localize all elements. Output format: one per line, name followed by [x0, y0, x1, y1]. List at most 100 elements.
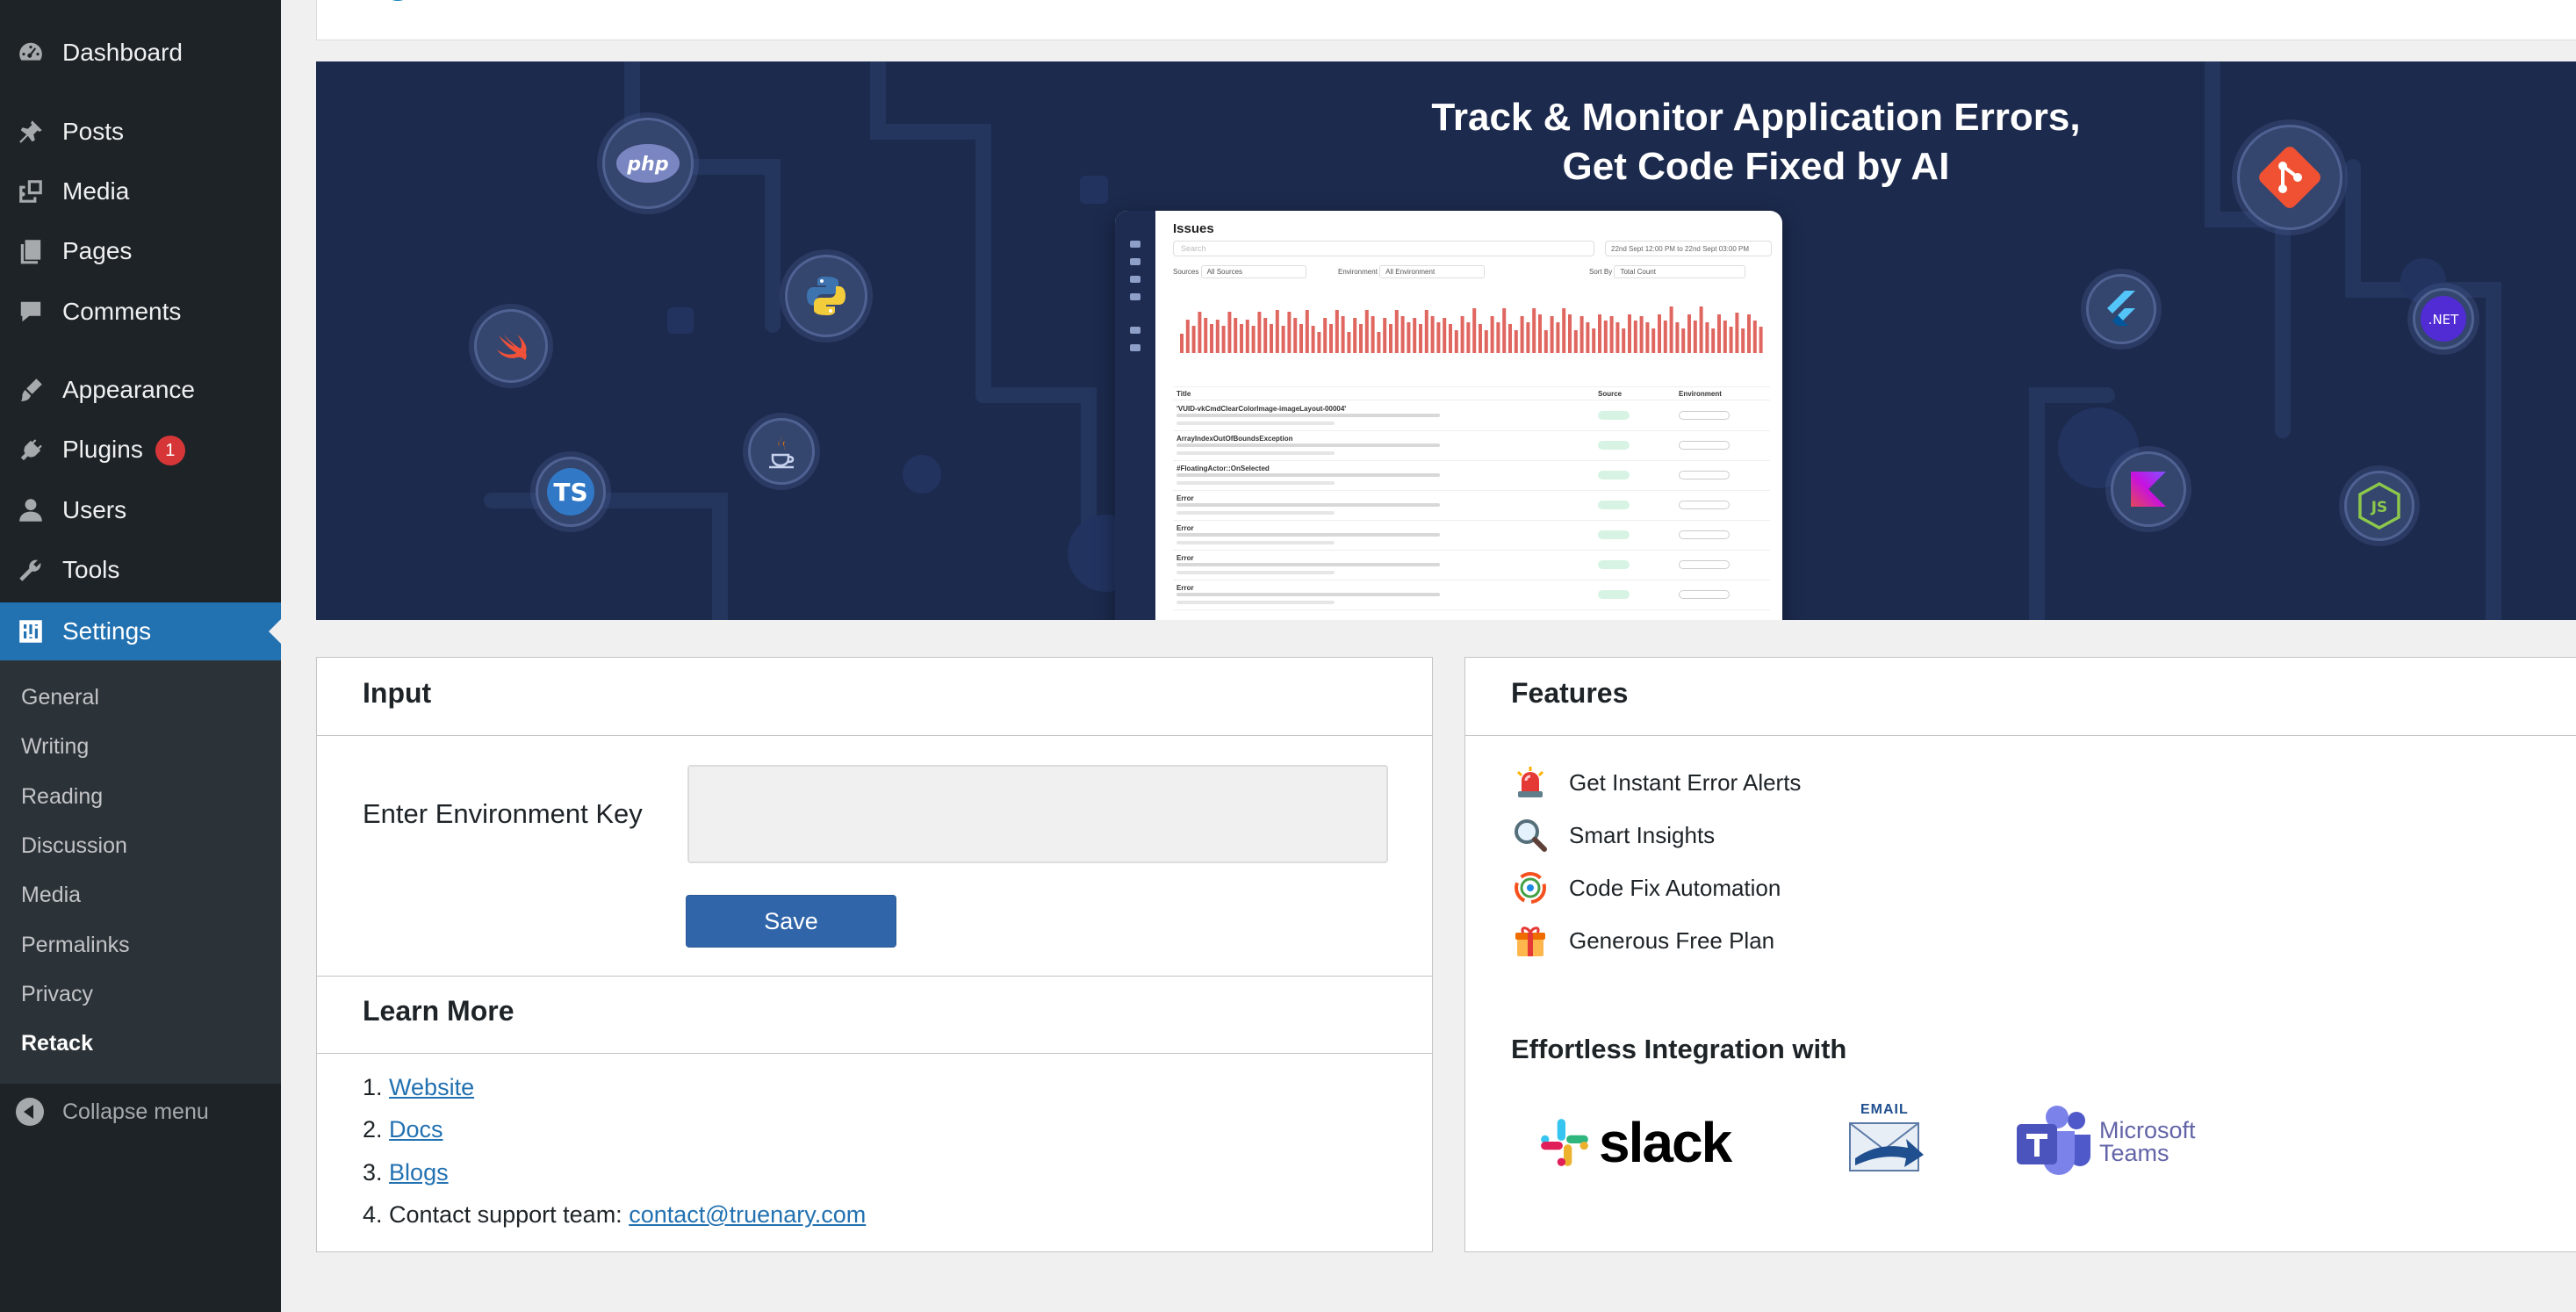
preview-sources-filter: Sources All Sources	[1173, 265, 1306, 281]
microsoft-teams-logo: Microsoft Teams	[2013, 1102, 2224, 1181]
preview-chart-bar	[1717, 314, 1721, 353]
preview-chart-bar	[1568, 314, 1572, 353]
preview-chart-bar	[1615, 322, 1620, 353]
contact-email-link[interactable]: contact@truenary.com	[629, 1201, 866, 1228]
preview-chart-bar	[1496, 322, 1500, 353]
sidebar-item-label: Comments	[62, 298, 182, 325]
save-button[interactable]: Save	[686, 895, 896, 948]
preview-source-badge	[1598, 441, 1630, 450]
preview-source-badge	[1598, 411, 1630, 420]
preview-chart-bar	[1472, 308, 1477, 353]
sidebar-item-media[interactable]: Media	[0, 163, 281, 220]
submenu-reading[interactable]: Reading	[21, 784, 103, 810]
settings-icon	[16, 616, 46, 646]
preview-chart-bar	[1251, 326, 1256, 353]
pages-icon	[16, 236, 46, 266]
user-icon	[16, 495, 46, 525]
preview-table-row: ArrayIndexOutOfBoundsException	[1173, 432, 1770, 461]
slack-wordmark: slack	[1599, 1111, 1732, 1174]
banner-title-line2: Get Code Fixed by AI	[1562, 145, 1950, 188]
divider	[317, 735, 1432, 736]
flutter-icon	[2086, 274, 2156, 344]
docs-link[interactable]: Docs	[389, 1116, 443, 1143]
slack-logo: slack	[1537, 1111, 1748, 1174]
brush-icon	[16, 375, 46, 405]
preview-chart-bar	[1663, 321, 1667, 353]
preview-chart-bar	[1603, 321, 1608, 353]
sidebar-item-users[interactable]: Users	[0, 482, 281, 538]
preview-chart-bar	[1508, 324, 1512, 353]
preview-chart-bar	[1287, 312, 1292, 353]
sidebar-item-posts[interactable]: Posts	[0, 104, 281, 160]
preview-environment-badge	[1679, 471, 1730, 479]
sidebar-item-settings[interactable]: Settings	[0, 602, 281, 660]
active-indicator	[269, 619, 281, 644]
website-link[interactable]: Website	[389, 1074, 474, 1100]
divider	[317, 1053, 1432, 1054]
preview-source-badge	[1598, 501, 1630, 509]
preview-row-path	[1176, 593, 1440, 596]
blogs-link[interactable]: Blogs	[389, 1159, 449, 1186]
svg-text:TS: TS	[553, 478, 587, 507]
sidebar-item-plugins[interactable]: Plugins 1	[0, 422, 281, 479]
preview-row-path	[1176, 414, 1440, 417]
preview-chart-bar	[1400, 316, 1405, 353]
preview-chart-bar	[1180, 334, 1184, 353]
preview-chart-bar	[1598, 314, 1601, 353]
preview-chart-bar	[1424, 310, 1428, 353]
sidebar-item-label: Settings	[62, 617, 152, 645]
preview-chart-bar	[1210, 324, 1213, 353]
preview-chart-bar	[1263, 318, 1268, 353]
preview-table-row: Error	[1173, 551, 1770, 580]
preview-chart-bar	[1543, 330, 1548, 353]
sidebar-item-appearance[interactable]: Appearance	[0, 362, 281, 418]
feature-item: Code Fix Automation	[1511, 869, 1781, 907]
preview-chart-bar	[1675, 322, 1680, 353]
submenu-permalinks[interactable]: Permalinks	[21, 933, 130, 958]
plug-icon	[16, 436, 46, 465]
submenu-discussion[interactable]: Discussion	[21, 833, 127, 859]
submenu-general[interactable]: General	[21, 685, 99, 710]
sidebar-item-pages[interactable]: Pages	[0, 223, 281, 279]
sidebar-item-label: Users	[62, 496, 127, 523]
teams-icon	[2017, 1106, 2090, 1175]
preview-chart-bar	[1198, 312, 1202, 353]
preview-chart-bar	[1353, 318, 1357, 353]
sidebar-item-dashboard[interactable]: Dashboard	[0, 25, 281, 81]
preview-title: Issues	[1173, 221, 1214, 236]
preview-chart-bar	[1573, 330, 1578, 353]
submenu-retack[interactable]: Retack	[21, 1031, 93, 1056]
gift-icon	[1511, 921, 1550, 960]
submenu-privacy[interactable]: Privacy	[21, 982, 93, 1007]
contact-text: Contact support team:	[389, 1201, 630, 1228]
submenu-media[interactable]: Media	[21, 883, 81, 908]
sidebar-item-tools[interactable]: Tools	[0, 542, 281, 598]
submenu-writing[interactable]: Writing	[21, 734, 89, 760]
preview-chart-bar	[1185, 320, 1190, 353]
feature-item: Get Instant Error Alerts	[1511, 763, 1801, 802]
preview-row-title: Error	[1176, 524, 1194, 532]
preview-chart-bar	[1323, 318, 1328, 353]
preview-row-title: Error	[1176, 494, 1194, 502]
feature-label: Get Instant Error Alerts	[1569, 768, 1802, 796]
preview-chart-bar	[1454, 330, 1458, 353]
preview-row-path	[1176, 563, 1440, 566]
sidebar-item-comments[interactable]: Comments	[0, 284, 281, 340]
preview-chart-bar	[1556, 322, 1560, 353]
preview-chart-bar	[1275, 310, 1279, 353]
preview-chart-bar	[1371, 316, 1375, 353]
feature-item: Smart Insights	[1511, 816, 1715, 854]
preview-chart-bar	[1240, 324, 1243, 353]
preview-chart-bar	[1484, 330, 1488, 353]
preview-chart-bar	[1609, 316, 1614, 353]
preview-chart-bar	[1359, 324, 1363, 353]
nodejs-icon: JS	[2344, 471, 2414, 541]
feature-item: Generous Free Plan	[1511, 921, 1774, 960]
git-icon	[2237, 125, 2342, 230]
svg-text:JS: JS	[2371, 499, 2388, 516]
email-wordmark: EMAIL	[1860, 1102, 1909, 1117]
env-key-input[interactable]	[687, 765, 1388, 863]
preview-row-meta	[1176, 511, 1335, 515]
learn-more-title: Learn More	[363, 995, 514, 1027]
collapse-menu-button[interactable]: Collapse menu	[0, 1084, 281, 1140]
